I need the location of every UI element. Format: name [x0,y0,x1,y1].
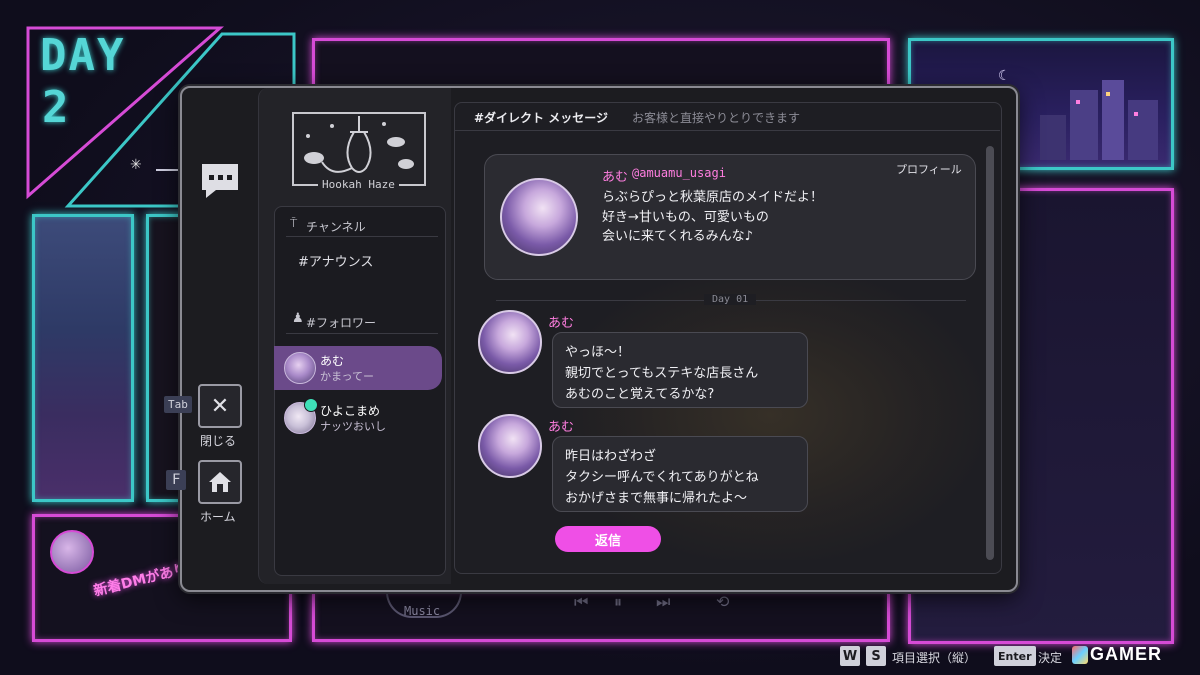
profile-bio-line: 好き→甘いもの、可愛いもの [602,210,769,225]
message-avatar [478,414,542,478]
message-line: あむのこと覚えてるかな? [565,387,715,402]
close-label: 閉じる [200,434,237,448]
message-sender: あむ [548,316,575,331]
chat-scrollbar[interactable] [986,146,994,560]
message-line: タクシー呼んでくれてありがとね [565,470,759,485]
chat-title: #ダイレクト メッセージ [474,111,608,125]
follower-header: #フォロワー [306,316,377,330]
f-key-hint: F [166,470,187,490]
message-line: やっほ～！ [565,345,631,360]
channel-header: チャンネル [306,220,366,234]
follower-name: あむ [320,354,345,368]
divider [286,333,438,334]
home-label: ホーム [200,510,236,524]
profile-handle: @amuamu_usagi [632,166,726,180]
hookah-haze-logo [292,112,426,186]
watermark: GAMER [1090,644,1162,664]
chat-bubble-icon [202,164,238,198]
close-icon: ✕ [210,393,230,419]
message-bubble: やっほ～！ 親切でとってもステキな店長さん あむのこと覚えてるかな? [552,332,808,408]
channel-announce[interactable]: #アナウンス [298,251,373,270]
gamer-logo-icon [1072,646,1088,664]
logo-caption: Hookah Haze [318,178,399,191]
message-bubble: 昨日はわざわざ タクシー呼んでくれてありがとね おかげさまで無事に帰れたよ～ [552,436,808,512]
repeat-icon[interactable]: ⟲ [716,592,729,611]
confirm-hint-label: 決定 [1038,651,1063,665]
home-icon [209,472,231,492]
message-sender: あむ [548,420,575,435]
divider [286,236,438,237]
profile-bio-line: らぶらぴっと秋葉原店のメイドだよ！ [602,190,824,205]
person-icon: ♟ [292,311,304,326]
sparkle-icon: ✳ [130,157,142,173]
tab-key-hint: Tab [164,396,192,413]
profile-name: あむ [602,170,629,185]
day-label: DAY [40,30,126,81]
select-hint-label: 項目選択（縦） [892,651,977,665]
profile-bio-line: 会いに来てくれるみんな♪ [602,229,753,244]
follower-avatar [284,352,316,384]
svg-text:☾: ☾ [998,68,1011,84]
antenna-icon: ⍑ [290,216,298,230]
follower-status: ナッツおいし [320,420,386,433]
s-key: S [866,646,886,666]
notification-avatar [50,530,94,574]
enter-key: Enter [994,646,1036,666]
message-avatar [478,310,542,374]
follower-item-hiyokomame[interactable]: ひよこまめ ナッツおいし [274,396,442,440]
day-separator-label: Day 01 [704,294,757,305]
follower-status: かまってー [320,370,375,383]
message-line: 親切でとってもステキな店長さん [565,366,759,381]
chat-background-art [560,270,980,560]
follower-item-amu[interactable]: あむ かまってー [274,346,442,390]
unread-dot [304,398,318,412]
enter-key-hint: Enter [994,646,1036,666]
follower-name: ひよこまめ [320,404,381,418]
home-button[interactable] [198,460,242,504]
profile-link[interactable]: プロフィール [896,161,962,177]
music-label: Music [404,604,441,618]
reply-button[interactable]: 返信 [555,526,661,552]
close-button[interactable]: ✕ [198,384,242,428]
day-number: 2 [42,82,69,133]
next-track-icon[interactable]: ⏭ [656,592,670,612]
message-line: 昨日はわざわざ [565,449,657,464]
previous-track-icon[interactable]: ⏮ [574,592,588,612]
key-w-hint: W [840,646,860,666]
pause-icon[interactable]: ⏸ [614,592,622,612]
key-s-hint: S [866,646,886,666]
message-line: おかげさまで無事に帰れたよ～ [565,491,748,506]
reef-panel [32,214,134,502]
chat-subtitle: お客様と直接やりとりできます [632,111,801,125]
w-key: W [840,646,860,666]
profile-avatar [500,178,578,256]
